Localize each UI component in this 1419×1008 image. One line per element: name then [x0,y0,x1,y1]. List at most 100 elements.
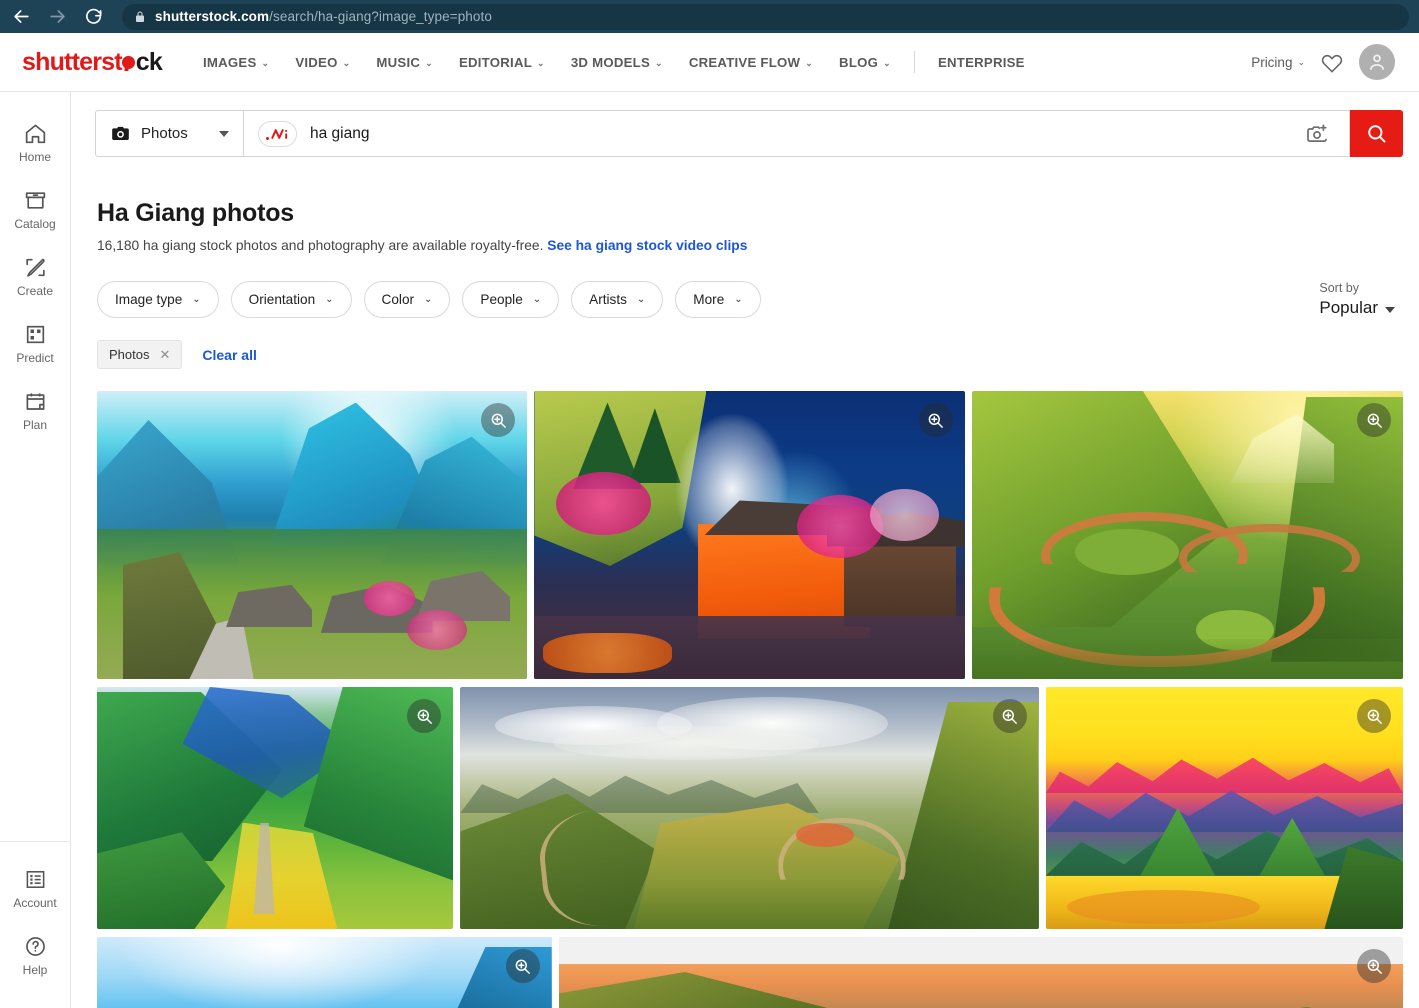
chevron-down-icon: ⌄ [325,294,334,305]
search-submit-button[interactable] [1350,110,1403,157]
pricing-menu[interactable]: Pricing ⌄ [1251,55,1305,70]
result-tile-yellow-peaks[interactable] [1045,687,1404,929]
results-count-text: 16,180 ha giang stock photos and photogr… [97,238,544,253]
heart-icon[interactable] [1321,51,1343,73]
url-path: /search/ha-giang?image_type=photo [269,9,492,24]
result-tile-blue-karst[interactable] [97,937,552,1008]
nav-item-editorial[interactable]: EDITORIAL ⌄ [446,49,558,76]
back-button[interactable] [10,6,32,28]
filter-label: Color [381,292,415,307]
active-filters-row: Photos ✕ Clear all [97,340,1403,369]
forward-button[interactable] [46,6,68,28]
url-text: shutterstock.com/search/ha-giang?image_t… [155,9,492,24]
photo-village-blue-mountains [97,391,528,679]
sidebar-item-label: Home [18,150,51,164]
filter-image-type[interactable]: Image type ⌄ [97,281,219,318]
photo-panorama-clouds-road [460,687,1039,929]
search-icon [1365,122,1388,145]
sidebar-item-create[interactable]: Create [0,244,70,311]
chevron-down-icon: ⌄ [655,57,663,68]
sidebar-item-account[interactable]: Account [0,856,70,923]
filter-orientation[interactable]: Orientation ⌄ [230,281,352,318]
magnifier-plus-icon[interactable] [1357,949,1391,983]
search-type-dropdown[interactable]: Photos [96,111,244,156]
chip-label: Photos [109,347,150,362]
filter-color[interactable]: Color ⌄ [363,281,451,318]
result-tile-village-blue[interactable] [97,391,528,679]
nav-item-music[interactable]: MUSIC ⌄ [363,49,446,76]
magnifier-plus-icon[interactable] [505,949,540,983]
camera-plus-icon[interactable] [1305,122,1335,146]
filter-more[interactable]: More ⌄ [675,281,761,318]
filter-people[interactable]: People ⌄ [462,281,560,318]
photo-winding-mountain-road [971,391,1404,679]
close-icon[interactable]: ✕ [159,347,170,363]
sidebar-item-label: Account [13,896,57,910]
photo-orange-house-blossoms [534,391,965,679]
clear-all-link[interactable]: Clear all [202,347,256,363]
magnifier-plus-icon[interactable] [992,699,1027,733]
magnifier-plus-icon[interactable] [1357,699,1392,733]
sidebar-item-label: Help [22,963,48,977]
result-tile-winding-road[interactable] [971,391,1404,679]
result-tile-panorama-clouds[interactable] [460,687,1039,929]
camera-icon [110,123,131,144]
search-type-label: Photos [141,125,188,142]
search-input-area[interactable]: ha giang [244,111,1349,156]
nav-item-images[interactable]: IMAGES ⌄ [190,49,282,76]
sidebar-item-plan[interactable]: Plan [0,378,70,445]
sort-control: Sort by Popular [1319,281,1403,318]
nav-item-3d-models[interactable]: 3D MODELS ⌄ [558,49,676,76]
chevron-down-icon: ⌄ [805,57,814,68]
filter-bar: Image type ⌄ Orientation ⌄ Color ⌄ People ⌄ … [97,281,1403,318]
sidebar-item-catalog[interactable]: Catalog [0,177,70,244]
chevron-down-icon: ⌄ [425,57,433,68]
photo-green-valley-terraces [97,687,454,929]
sidebar-item-help[interactable]: Help [0,923,70,990]
filter-pills: Image type ⌄ Orientation ⌄ Color ⌄ People ⌄ … [97,281,761,318]
chevron-down-icon [219,130,229,137]
nav-item-creative-flow[interactable]: CREATIVE FLOW ⌄ [676,49,826,76]
chevron-down-icon: ⌄ [261,57,270,68]
sidebar-item-home[interactable]: Home [0,110,70,177]
photo-orange-sunset-ridges [558,964,1403,1008]
chevron-down-icon: ⌄ [424,294,433,305]
logo-text-part2: ck [135,47,163,76]
catalog-icon [23,188,48,213]
avatar[interactable] [1359,44,1395,80]
active-filter-photos[interactable]: Photos ✕ [97,340,183,369]
nav-item-blog[interactable]: BLOG ⌄ [826,49,904,76]
nav-item-enterprise[interactable]: ENTERPRISE [925,49,1038,76]
video-clips-link[interactable]: See ha giang stock video clips [547,238,747,253]
shutterstock-logo[interactable]: shutterst ck [22,47,163,77]
results-grid [97,391,1404,1008]
address-bar[interactable]: shutterstock.com/search/ha-giang?image_t… [122,3,1409,30]
ai-dot [265,137,269,140]
results-subtitle: 16,180 ha giang stock photos and photogr… [97,238,1403,253]
sidebar-item-label: Catalog [14,217,56,231]
page-body: Home Catalog Create Predict Plan Account… [0,91,1419,1008]
ai-wave-icon[interactable] [258,120,297,147]
left-sidebar: Home Catalog Create Predict Plan Account… [0,91,71,1008]
header-actions: Pricing ⌄ [1251,44,1399,80]
magnifier-plus-icon[interactable] [918,403,953,437]
reload-button[interactable] [82,6,104,28]
sidebar-bottom-group: Account Help [0,841,70,1008]
result-tile-green-valley[interactable] [97,687,454,929]
sidebar-item-predict[interactable]: Predict [0,311,70,378]
account-list-icon [23,867,48,892]
nav-item-video[interactable]: VIDEO ⌄ [282,49,363,76]
nav-label: ENTERPRISE [937,54,1025,70]
result-tile-orange-sunset[interactable] [558,937,1403,1008]
chevron-down-icon: ⌄ [883,57,891,68]
search-bar: Photos ha giang [95,110,1403,157]
search-shell: Photos ha giang [95,110,1350,157]
photo-blue-karst-haze [97,937,552,1008]
magnifier-plus-icon[interactable] [1357,403,1392,437]
sort-dropdown[interactable]: Popular [1319,298,1395,318]
result-tile-orange-house[interactable] [534,391,965,679]
browser-toolbar: shutterstock.com/search/ha-giang?image_t… [0,0,1419,33]
filter-artists[interactable]: Artists ⌄ [571,281,664,318]
nav-label: BLOG [839,54,879,70]
page-title: Ha Giang photos [97,199,295,227]
